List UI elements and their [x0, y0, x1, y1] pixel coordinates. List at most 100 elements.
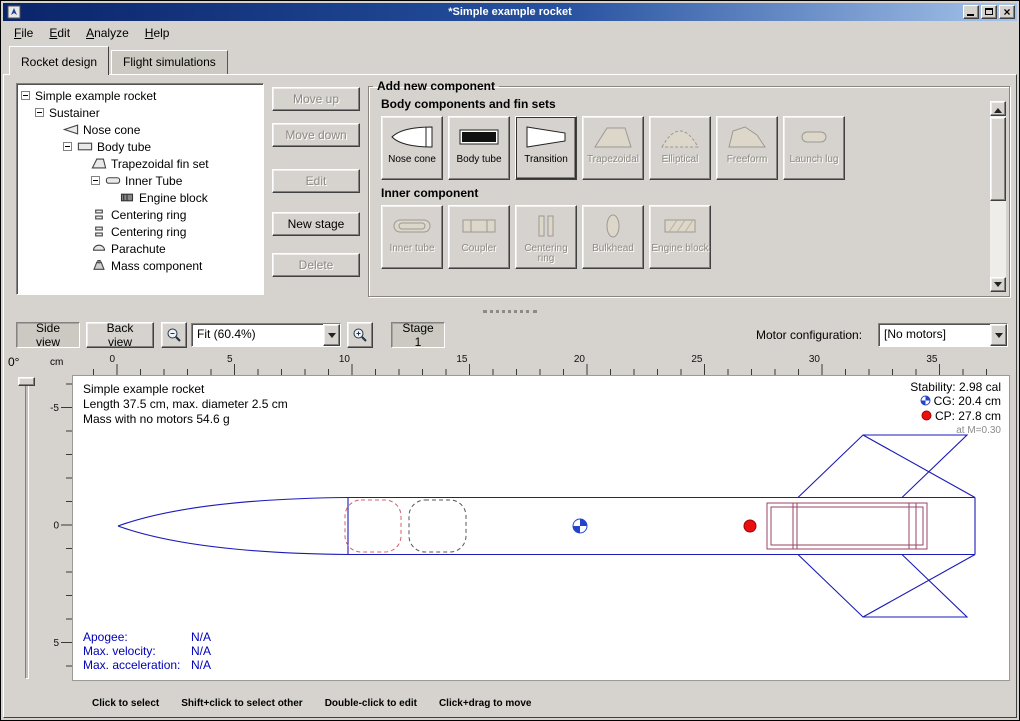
zoom-out-button[interactable]	[161, 322, 187, 348]
maximize-icon	[985, 8, 993, 15]
add-launch-lug-button[interactable]: Launch lug	[783, 116, 845, 180]
move-down-button[interactable]: Move down	[272, 123, 360, 147]
collapse-icon[interactable]	[63, 142, 72, 151]
delete-button[interactable]: Delete	[272, 253, 360, 277]
add-centering-ring-button[interactable]: Centering ring	[515, 205, 577, 269]
new-stage-button[interactable]: New stage	[272, 212, 360, 236]
tree-item-mass-component[interactable]: Mass component	[17, 257, 263, 274]
menu-edit[interactable]: Edit	[42, 23, 77, 43]
zoom-select[interactable]: Fit (60.4%)	[191, 323, 341, 347]
tabstrip: Rocket design Flight simulations	[3, 44, 1017, 74]
tree-item-fin-set[interactable]: Trapezoidal fin set	[17, 155, 263, 172]
arrow-down-icon	[994, 282, 1002, 291]
tree-item-nose-cone[interactable]: Nose cone	[17, 121, 263, 138]
tree-item-centering-ring-1[interactable]: Centering ring	[17, 206, 263, 223]
menu-help[interactable]: Help	[138, 23, 177, 43]
zoom-out-icon	[166, 327, 182, 343]
app-icon[interactable]	[7, 5, 21, 19]
mass-component-outline[interactable]	[409, 500, 466, 552]
parachute-outline[interactable]	[345, 500, 401, 552]
maximize-button[interactable]	[981, 5, 997, 19]
svg-text:30: 30	[809, 354, 821, 365]
cg-marker	[573, 519, 587, 533]
body-components-label: Body components and fin sets	[381, 97, 1009, 111]
mass-component-icon	[91, 260, 107, 271]
svg-text:15: 15	[456, 354, 468, 365]
minimize-icon	[967, 14, 974, 16]
motor-configuration-label: Motor configuration:	[756, 328, 862, 342]
scroll-up-button[interactable]	[990, 101, 1006, 116]
component-tree[interactable]: Simple example rocket Sustainer Nose con…	[16, 83, 264, 295]
parachute-icon	[91, 243, 107, 254]
rocket-canvas[interactable]: Simple example rocket Length 37.5 cm, ma…	[72, 375, 1010, 681]
cp-marker	[744, 520, 756, 532]
svg-text:20: 20	[574, 354, 586, 365]
freeform-fin-icon	[725, 121, 769, 153]
menubar: File Edit Analyze Help	[3, 21, 1017, 44]
close-button[interactable]	[999, 5, 1015, 19]
tree-item-centering-ring-2[interactable]: Centering ring	[17, 223, 263, 240]
tree-item-parachute[interactable]: Parachute	[17, 240, 263, 257]
hint-shift-click: Shift+click to select other	[181, 698, 302, 709]
tree-item-inner-tube[interactable]: Inner Tube	[17, 172, 263, 189]
motor-mount-outline[interactable]	[767, 503, 927, 549]
add-trapezoidal-fin-button[interactable]: Trapezoidal	[582, 116, 644, 180]
svg-text:5: 5	[53, 638, 59, 649]
add-bulkhead-button[interactable]: Bulkhead	[582, 205, 644, 269]
side-view-button[interactable]: Side view	[16, 322, 80, 348]
menu-file[interactable]: File	[7, 23, 40, 43]
tree-item-engine-block[interactable]: Engine block	[17, 189, 263, 206]
add-freeform-fin-button[interactable]: Freeform	[716, 116, 778, 180]
collapse-icon[interactable]	[91, 176, 100, 185]
svg-text:-5: -5	[50, 403, 59, 414]
rocket-body-outline[interactable]	[118, 435, 975, 617]
hint-drag: Click+drag to move	[439, 698, 532, 709]
edit-button[interactable]: Edit	[272, 169, 360, 193]
svg-text:5: 5	[227, 354, 233, 365]
tree-item-body-tube[interactable]: Body tube	[17, 138, 263, 155]
tab-flight-simulations[interactable]: Flight simulations	[111, 50, 228, 74]
add-body-tube-button[interactable]: Body tube	[448, 116, 510, 180]
centering-ring-icon	[91, 209, 107, 220]
scroll-down-button[interactable]	[990, 277, 1006, 292]
add-inner-tube-button[interactable]: Inner tube	[381, 205, 443, 269]
rotation-slider[interactable]	[25, 379, 29, 679]
add-coupler-button[interactable]: Coupler	[448, 205, 510, 269]
stage-1-toggle[interactable]: Stage 1	[391, 322, 445, 348]
ruler-unit-label: cm	[50, 357, 63, 368]
rocket-dimensions: Length 37.5 cm, max. diameter 2.5 cm	[83, 397, 288, 412]
tab-rocket-design[interactable]: Rocket design	[9, 46, 109, 75]
hint-click: Click to select	[92, 698, 159, 709]
body-tube-icon	[77, 141, 93, 152]
chevron-down-icon[interactable]	[990, 324, 1007, 346]
tree-actions: Move up Move down Edit New stage Delete	[272, 87, 360, 277]
tree-item-rocket[interactable]: Simple example rocket	[17, 87, 263, 104]
add-engine-block-button[interactable]: Engine block	[649, 205, 711, 269]
collapse-icon[interactable]	[35, 108, 44, 117]
inner-tube-icon	[105, 175, 121, 186]
centering-ring-icon	[91, 226, 107, 237]
back-view-button[interactable]: Back view	[86, 322, 154, 348]
titlebar: *Simple example rocket	[3, 3, 1017, 21]
fin-set-icon	[91, 158, 107, 169]
collapse-icon[interactable]	[21, 91, 30, 100]
move-up-button[interactable]: Move up	[272, 87, 360, 111]
add-transition-button[interactable]: Transition	[515, 116, 577, 180]
scrollbar-thumb[interactable]	[990, 117, 1006, 201]
add-elliptical-fin-button[interactable]: Elliptical	[649, 116, 711, 180]
chevron-down-icon[interactable]	[323, 324, 340, 346]
tree-item-sustainer[interactable]: Sustainer	[17, 104, 263, 121]
component-panel-scrollbar[interactable]	[990, 101, 1006, 292]
svg-text:25: 25	[691, 354, 703, 365]
menu-analyze[interactable]: Analyze	[79, 23, 136, 43]
max-acceleration-value: N/A	[191, 658, 211, 672]
rotation-slider-handle[interactable]	[18, 377, 35, 386]
add-nose-cone-button[interactable]: Nose cone	[381, 116, 443, 180]
motor-configuration-select[interactable]: [No motors]	[878, 323, 1008, 347]
coupler-icon	[457, 210, 501, 242]
panel-splitter[interactable]	[4, 305, 1016, 317]
max-velocity-value: N/A	[191, 644, 211, 658]
zoom-in-button[interactable]	[347, 322, 373, 348]
minimize-button[interactable]	[963, 5, 979, 19]
elliptical-fin-icon	[658, 121, 702, 153]
